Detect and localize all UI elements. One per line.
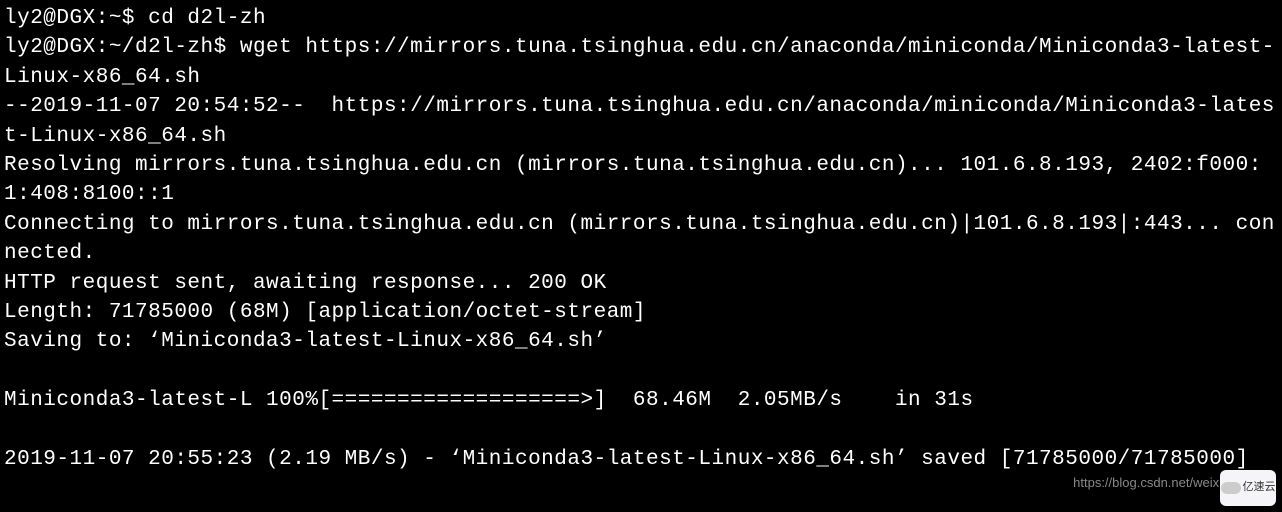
- wget-saving-line: Saving to: ‘Miniconda3-latest-Linux-x86_…: [4, 330, 607, 353]
- wget-length-line: Length: 71785000 (68M) [application/octe…: [4, 301, 646, 324]
- wget-connecting-line: Connecting to mirrors.tuna.tsinghua.edu.…: [4, 213, 1275, 265]
- terminal-output[interactable]: ly2@DGX:~$ cd d2l-zh ly2@DGX:~/d2l-zh$ w…: [4, 4, 1278, 474]
- wget-http-status-line: HTTP request sent, awaiting response... …: [4, 272, 607, 295]
- wget-saved-line: 2019-11-07 20:55:23 (2.19 MB/s) - ‘Minic…: [4, 448, 1249, 471]
- prompt-line-1: ly2@DGX:~$ cd d2l-zh: [4, 7, 266, 30]
- logo-badge: 亿速云: [1220, 470, 1276, 506]
- watermark-text: https://blog.csdn.net/weixi: [1073, 474, 1222, 492]
- cloud-icon: [1221, 482, 1241, 494]
- wget-resolving-line: Resolving mirrors.tuna.tsinghua.edu.cn (…: [4, 154, 1262, 206]
- wget-progress-line: Miniconda3-latest-L 100%[===============…: [4, 389, 974, 412]
- prompt-line-2: ly2@DGX:~/d2l-zh$ wget https://mirrors.t…: [4, 36, 1275, 88]
- badge-text: 亿速云: [1243, 480, 1276, 495]
- wget-timestamp-line: --2019-11-07 20:54:52-- https://mirrors.…: [4, 95, 1275, 147]
